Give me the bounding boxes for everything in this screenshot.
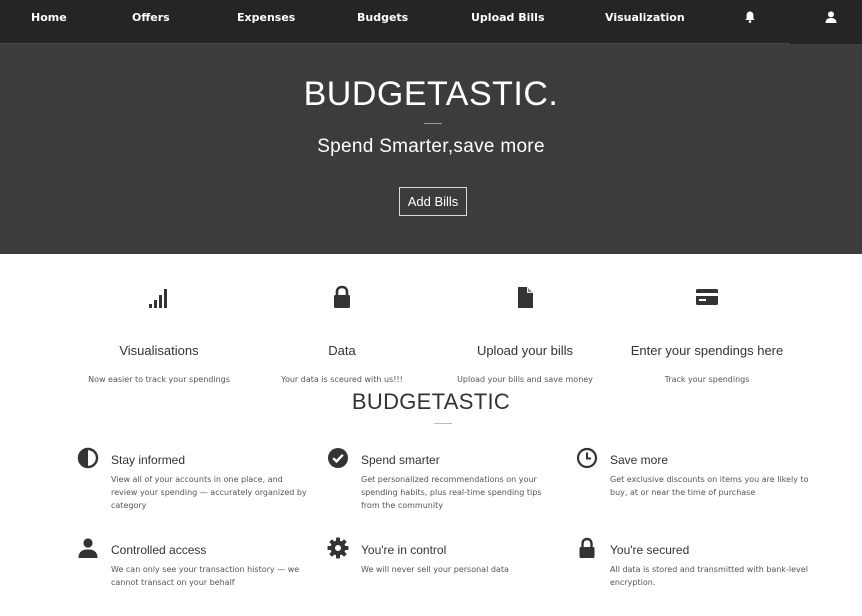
benefit-desc: We will never sell your personal data [361,565,509,574]
hero-title: BUDGETASTIC. [303,75,559,113]
feature-title: Upload your bills [476,343,574,358]
feature-desc: Now easier to track your spendings [88,375,230,384]
feature-data: Data Your data is sceured with us!!! [247,284,437,384]
clock-icon [576,447,598,469]
user-icon[interactable] [824,10,838,24]
benefit-title: Stay informed [111,453,186,467]
benefit-desc: All data is stored and transmitted with … [610,565,808,587]
hero-banner: BUDGETASTIC. Spend Smarter,save more Add… [0,44,862,254]
feature-upload-bills: Upload your bills Upload your bills and … [430,284,620,384]
gear-icon [327,537,349,559]
hero-divider [424,123,442,124]
nav-visualization[interactable]: Visualization [605,11,685,24]
benefit-title: Controlled access [111,543,207,557]
bell-icon[interactable] [743,10,757,24]
feature-enter-spendings: Enter your spendings here Track your spe… [612,284,802,384]
signal-bars-icon [149,289,167,308]
top-navbar: Home Offers Expenses Budgets Upload Bill… [0,0,862,45]
hero-subtitle: Spend Smarter,save more [317,136,545,157]
lock-icon [579,537,595,558]
check-circle-icon [328,448,348,468]
benefit-title: You're secured [610,543,690,557]
nav-offers[interactable]: Offers [132,11,170,24]
nav-home[interactable]: Home [31,11,67,24]
benefit-desc: Get personalized recommendations on your… [361,475,542,510]
benefit-title: Save more [610,453,669,467]
half-circle-icon [77,447,99,469]
feature-title: Visualisations [119,343,199,358]
nav-expenses[interactable]: Expenses [237,11,295,24]
add-bills-button[interactable]: Add Bills [399,187,467,216]
benefit-title: Spend smarter [361,453,440,467]
nav-budgets[interactable]: Budgets [357,11,408,24]
benefit-desc: View all of your accounts in one place, … [111,475,307,510]
benefit-title: You're in control [361,543,447,557]
feature-desc: Track your spendings [664,375,750,384]
feature-visualisations: Visualisations Now easier to track your … [64,284,254,384]
credit-card-icon [696,289,718,305]
file-icon [518,287,533,308]
feature-desc: Your data is sceured with us!!! [281,375,403,384]
section-divider [434,423,452,424]
benefit-desc: Get exclusive discounts on items you are… [610,475,809,497]
lock-icon [334,285,350,308]
feature-title: Data [328,343,356,358]
person-icon [78,538,98,558]
section-title: BUDGETASTIC [351,389,511,414]
feature-title: Enter your spendings here [630,343,784,358]
nav-upload-bills[interactable]: Upload Bills [471,11,545,24]
feature-desc: Upload your bills and save money [457,375,593,384]
benefit-desc: We can only see your transaction history… [111,565,300,587]
